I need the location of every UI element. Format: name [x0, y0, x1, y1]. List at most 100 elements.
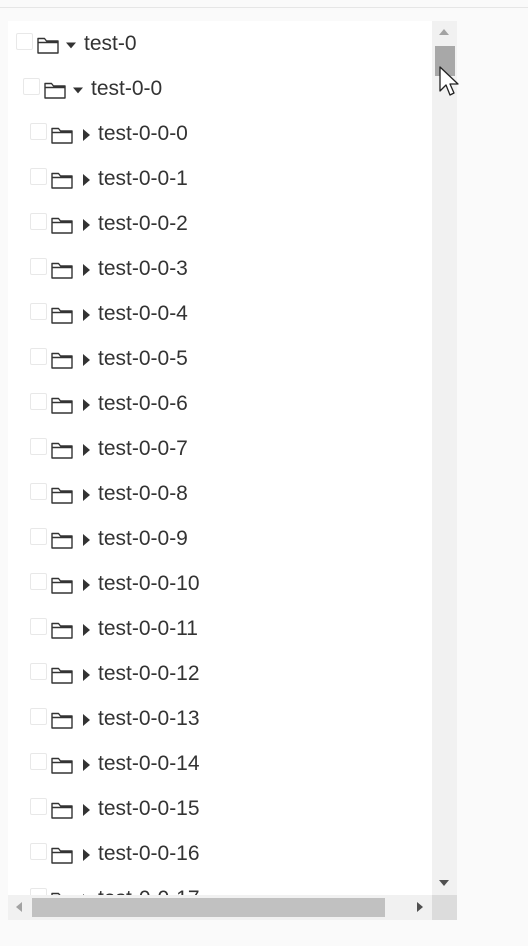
- tree-node[interactable]: test-0-0-12: [8, 651, 432, 696]
- tree-node[interactable]: test-0-0-4: [8, 291, 432, 336]
- node-checkbox[interactable]: [30, 348, 47, 365]
- node-checkbox[interactable]: [30, 213, 47, 230]
- node-checkbox[interactable]: [30, 258, 47, 275]
- caret-right-icon[interactable]: [82, 308, 92, 322]
- folder-icon: [51, 307, 73, 324]
- folder-icon: [51, 667, 73, 684]
- tree-node-label[interactable]: test-0-0-0: [98, 121, 188, 146]
- node-checkbox[interactable]: [30, 573, 47, 590]
- tree-node[interactable]: test-0-0-2: [8, 201, 432, 246]
- node-checkbox[interactable]: [30, 708, 47, 725]
- tree-node[interactable]: test-0-0-8: [8, 471, 432, 516]
- tree-node-label[interactable]: test-0-0-3: [98, 256, 188, 281]
- tree-node-label[interactable]: test-0-0-1: [98, 166, 188, 191]
- folder-icon: [51, 442, 73, 459]
- tree-node[interactable]: test-0: [8, 21, 432, 66]
- tree-node-label[interactable]: test-0-0-16: [98, 841, 200, 866]
- caret-down-icon[interactable]: [73, 83, 83, 97]
- tree-node-label[interactable]: test-0-0-9: [98, 526, 188, 551]
- tree-viewport[interactable]: test-0 test-0-0 test-0-0-0 test-0-0-1 test-0…: [8, 21, 432, 895]
- node-checkbox[interactable]: [30, 393, 47, 410]
- scroll-right-arrow-icon[interactable]: [417, 902, 423, 912]
- mouse-pointer-icon: [439, 66, 459, 96]
- node-checkbox[interactable]: [23, 78, 40, 95]
- caret-right-icon[interactable]: [82, 848, 92, 862]
- tree-node[interactable]: test-0-0-10: [8, 561, 432, 606]
- tree-node[interactable]: test-0-0-6: [8, 381, 432, 426]
- tree-node[interactable]: test-0-0-5: [8, 336, 432, 381]
- caret-right-icon[interactable]: [82, 353, 92, 367]
- tree-node-label[interactable]: test-0-0-10: [98, 571, 200, 596]
- caret-right-icon[interactable]: [82, 173, 92, 187]
- node-checkbox[interactable]: [30, 528, 47, 545]
- folder-icon: [51, 712, 73, 729]
- node-checkbox[interactable]: [30, 618, 47, 635]
- caret-right-icon[interactable]: [82, 533, 92, 547]
- tree-node[interactable]: test-0-0-11: [8, 606, 432, 651]
- tree-node-label[interactable]: test-0-0-5: [98, 346, 188, 371]
- tree-node[interactable]: test-0-0-3: [8, 246, 432, 291]
- caret-right-icon[interactable]: [82, 578, 92, 592]
- tree-node-label[interactable]: test-0-0-7: [98, 436, 188, 461]
- node-checkbox[interactable]: [30, 168, 47, 185]
- tree-node-label[interactable]: test-0-0-13: [98, 706, 200, 731]
- caret-right-icon[interactable]: [82, 488, 92, 502]
- node-checkbox[interactable]: [30, 123, 47, 140]
- tree-node-label[interactable]: test-0-0-12: [98, 661, 200, 686]
- node-checkbox[interactable]: [30, 798, 47, 815]
- tree-node[interactable]: test-0-0-16: [8, 831, 432, 876]
- node-checkbox[interactable]: [30, 753, 47, 770]
- caret-right-icon[interactable]: [82, 758, 92, 772]
- scroll-left-arrow-icon[interactable]: [16, 902, 22, 912]
- node-checkbox[interactable]: [30, 438, 47, 455]
- folder-icon: [51, 577, 73, 594]
- tree-node-label[interactable]: test-0-0-11: [98, 616, 198, 641]
- caret-down-icon[interactable]: [66, 38, 76, 52]
- tree-node-label[interactable]: test-0-0-17: [98, 886, 200, 895]
- horizontal-scrollbar[interactable]: [8, 895, 432, 920]
- tree-node[interactable]: test-0-0-15: [8, 786, 432, 831]
- caret-right-icon[interactable]: [82, 668, 92, 682]
- tree-node[interactable]: test-0-0-0: [8, 111, 432, 156]
- horizontal-scroll-thumb[interactable]: [32, 898, 385, 917]
- tree-node-label[interactable]: test-0-0-6: [98, 391, 188, 416]
- folder-icon: [37, 37, 59, 54]
- folder-icon: [51, 262, 73, 279]
- tree-node[interactable]: test-0-0-1: [8, 156, 432, 201]
- caret-right-icon[interactable]: [82, 713, 92, 727]
- scroll-down-arrow-icon[interactable]: [439, 880, 449, 886]
- caret-right-icon[interactable]: [82, 263, 92, 277]
- node-checkbox[interactable]: [30, 303, 47, 320]
- node-checkbox[interactable]: [30, 843, 47, 860]
- node-checkbox[interactable]: [30, 663, 47, 680]
- tree-node-label[interactable]: test-0: [84, 31, 137, 56]
- vertical-scrollbar[interactable]: [432, 21, 457, 895]
- tree-node[interactable]: test-0-0: [8, 66, 432, 111]
- tree-node-label[interactable]: test-0-0-15: [98, 796, 200, 821]
- tree-panel: test-0 test-0-0 test-0-0-0 test-0-0-1 test-0…: [8, 21, 457, 920]
- caret-right-icon[interactable]: [82, 128, 92, 142]
- tree-node-label[interactable]: test-0-0-2: [98, 211, 188, 236]
- tree-node[interactable]: test-0-0-14: [8, 741, 432, 786]
- caret-right-icon[interactable]: [82, 623, 92, 637]
- tree-node-label[interactable]: test-0-0-14: [98, 751, 200, 776]
- folder-icon: [51, 532, 73, 549]
- node-checkbox[interactable]: [16, 33, 33, 50]
- folder-icon: [51, 487, 73, 504]
- node-checkbox[interactable]: [30, 483, 47, 500]
- tree-node[interactable]: test-0-0-17: [8, 876, 432, 895]
- caret-right-icon[interactable]: [82, 443, 92, 457]
- tree-node-label[interactable]: test-0-0-4: [98, 301, 188, 326]
- tree-list: test-0 test-0-0 test-0-0-0 test-0-0-1 test-0…: [8, 21, 432, 895]
- scroll-up-arrow-icon[interactable]: [439, 29, 449, 35]
- tree-node-label[interactable]: test-0-0: [91, 76, 162, 101]
- node-checkbox[interactable]: [30, 888, 47, 895]
- caret-right-icon[interactable]: [82, 218, 92, 232]
- caret-right-icon[interactable]: [82, 398, 92, 412]
- folder-icon: [51, 172, 73, 189]
- tree-node[interactable]: test-0-0-13: [8, 696, 432, 741]
- tree-node-label[interactable]: test-0-0-8: [98, 481, 188, 506]
- caret-right-icon[interactable]: [82, 803, 92, 817]
- tree-node[interactable]: test-0-0-9: [8, 516, 432, 561]
- tree-node[interactable]: test-0-0-7: [8, 426, 432, 471]
